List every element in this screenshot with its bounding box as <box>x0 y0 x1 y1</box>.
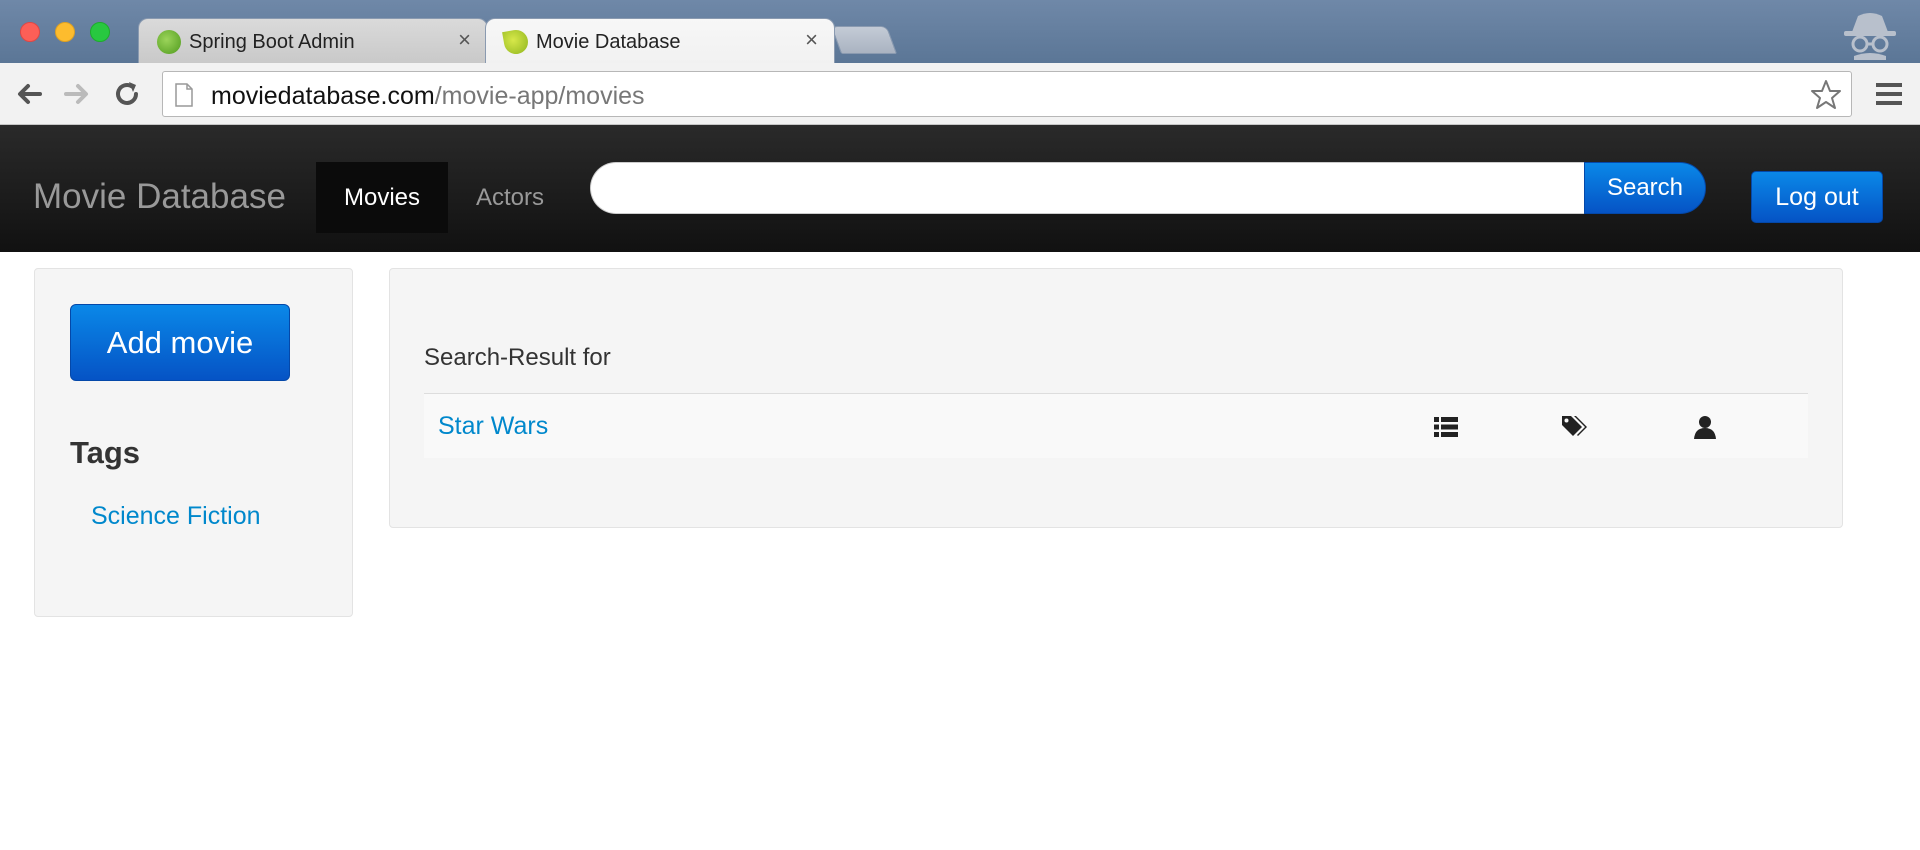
url-text: moviedatabase.com/movie-app/movies <box>211 82 645 111</box>
tab-close-icon[interactable]: × <box>458 27 471 52</box>
tab-title: Movie Database <box>536 31 681 53</box>
tab-title: Spring Boot Admin <box>189 31 355 53</box>
address-bar[interactable]: moviedatabase.com/movie-app/movies <box>162 71 1852 117</box>
close-window-button[interactable] <box>20 22 40 42</box>
results-table: Star Wars <box>424 393 1808 458</box>
new-tab-button[interactable] <box>830 26 898 54</box>
reload-icon[interactable] <box>110 77 144 111</box>
bookmark-star-icon[interactable] <box>1809 78 1843 112</box>
browser-toolbar: moviedatabase.com/movie-app/movies <box>0 63 1920 125</box>
app-navbar: Movie Database Movies Actors Search Log … <box>0 125 1920 252</box>
tags-heading: Tags <box>70 435 141 470</box>
spring-leaf-icon <box>157 30 181 54</box>
table-row: Star Wars <box>424 394 1808 458</box>
incognito-icon <box>1844 13 1896 60</box>
nav-item-movies[interactable]: Movies <box>316 162 448 233</box>
url-path: /movie-app/movies <box>434 82 645 110</box>
browser-menu-icon[interactable] <box>1874 79 1904 109</box>
list-icon[interactable] <box>1433 414 1459 440</box>
logout-button[interactable]: Log out <box>1751 171 1883 223</box>
movie-link-star-wars[interactable]: Star Wars <box>438 412 548 441</box>
tab-spring-boot-admin[interactable]: Spring Boot Admin × <box>138 18 488 63</box>
sidebar: Add movie Tags Science Fiction <box>34 268 353 617</box>
search-button[interactable]: Search <box>1584 162 1706 214</box>
browser-tab-bar: Spring Boot Admin × Movie Database × <box>0 0 1920 63</box>
leaf-icon <box>502 28 530 56</box>
add-movie-button[interactable]: Add movie <box>70 304 290 381</box>
search-results-panel: Search-Result for Star Wars <box>389 268 1843 528</box>
forward-arrow-icon[interactable] <box>60 77 94 111</box>
user-icon[interactable] <box>1692 414 1718 440</box>
tab-close-icon[interactable]: × <box>805 27 818 52</box>
tab-movie-database[interactable]: Movie Database × <box>485 18 835 63</box>
minimize-window-button[interactable] <box>55 22 75 42</box>
tags-icon[interactable] <box>1561 414 1587 440</box>
nav-item-actors[interactable]: Actors <box>452 162 568 233</box>
search-result-heading: Search-Result for <box>424 344 611 371</box>
url-host: moviedatabase.com <box>211 82 435 110</box>
back-arrow-icon[interactable] <box>12 77 46 111</box>
search-input[interactable] <box>590 162 1586 214</box>
page-icon <box>175 83 193 107</box>
zoom-window-button[interactable] <box>90 22 110 42</box>
tag-link-science-fiction[interactable]: Science Fiction <box>91 502 261 531</box>
brand-title[interactable]: Movie Database <box>33 177 286 217</box>
